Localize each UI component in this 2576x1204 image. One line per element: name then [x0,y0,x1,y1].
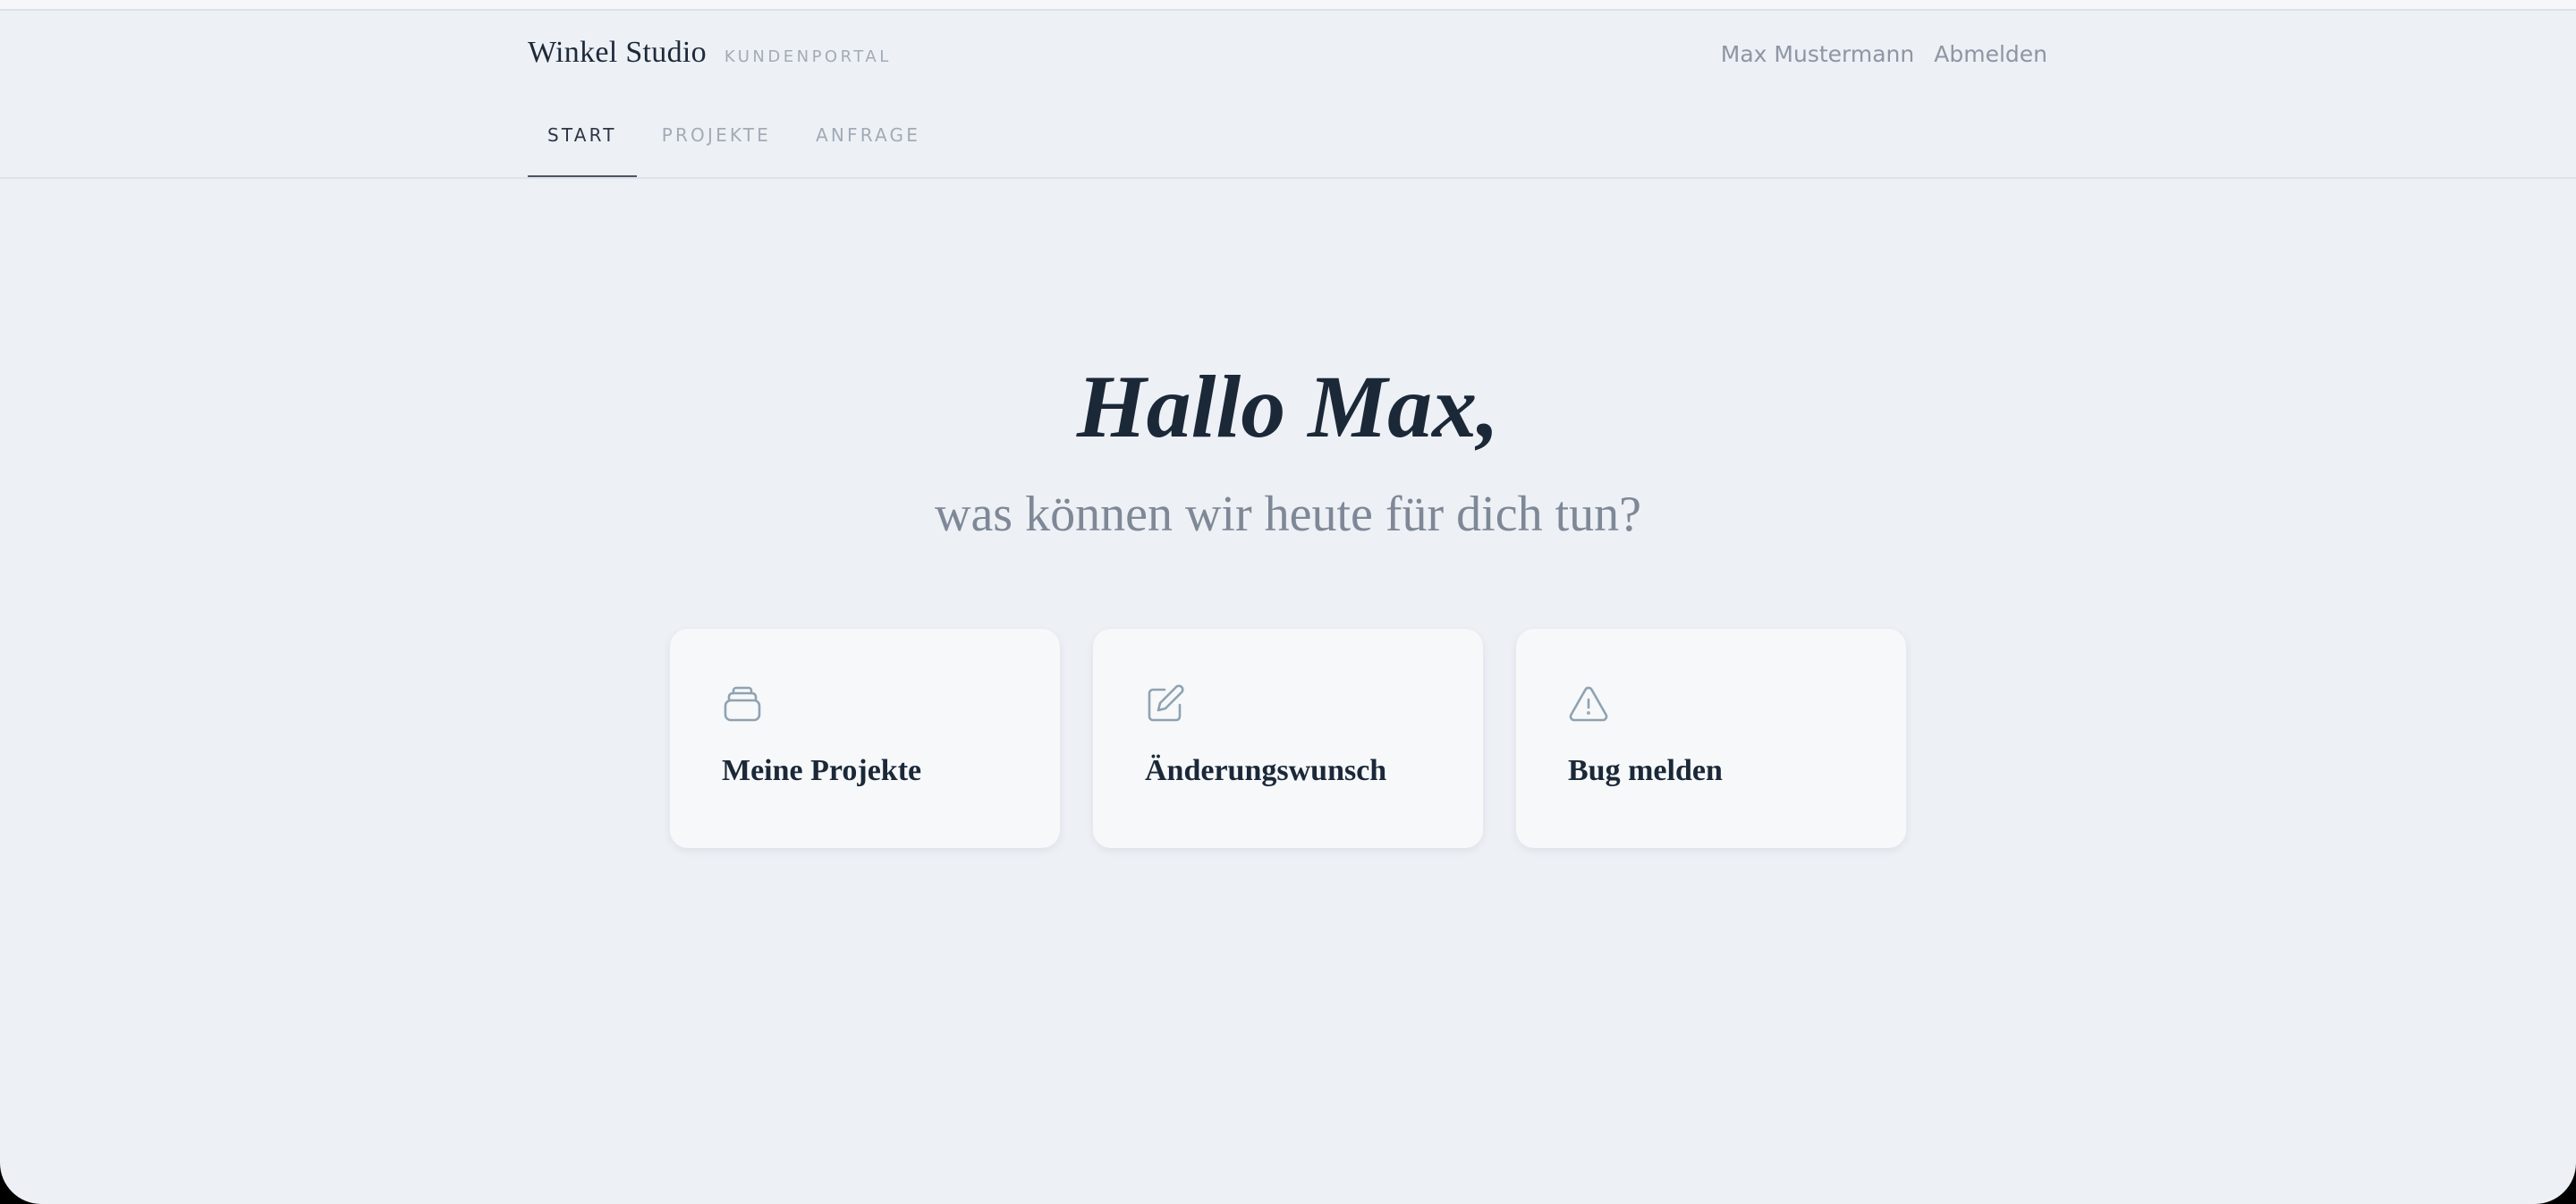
edit-icon [1148,684,1184,722]
main-tabs: START PROJEKTE ANFRAGE [528,123,940,177]
brand-subtitle: KUNDENPORTAL [724,47,892,66]
warning-icon [1569,686,1608,722]
greeting-title: Hallo Max, [1076,357,1500,456]
tab-projekte[interactable]: PROJEKTE [642,123,791,177]
tab-start[interactable]: START [528,123,637,177]
action-cards: Meine Projekte Änderungswunsch Bug melde… [670,629,1906,848]
user-nav: Max Mustermann Abmelden [1721,41,2047,67]
top-rule [0,0,2576,11]
stack-icon [724,686,761,722]
tab-anfrage[interactable]: ANFRAGE [796,123,940,177]
portal-window: Winkel Studio KUNDENPORTAL Max Musterman… [0,0,2576,1204]
card-meine-projekte[interactable]: Meine Projekte [670,629,1060,848]
brand-name: Winkel Studio [528,36,707,69]
site-header: Winkel Studio KUNDENPORTAL Max Musterman… [0,11,2576,179]
logout-link[interactable]: Abmelden [1934,41,2047,67]
card-bug-melden[interactable]: Bug melden [1516,629,1906,848]
card-aenderungswunsch[interactable]: Änderungswunsch [1093,629,1483,848]
user-name-link[interactable]: Max Mustermann [1721,41,1914,67]
brand[interactable]: Winkel Studio KUNDENPORTAL [528,36,892,70]
card-label: Änderungswunsch [1145,754,1387,787]
greeting-subtitle: was können wir heute für dich tun? [935,487,1641,542]
card-label: Meine Projekte [722,754,922,787]
card-label: Bug melden [1568,754,1723,787]
